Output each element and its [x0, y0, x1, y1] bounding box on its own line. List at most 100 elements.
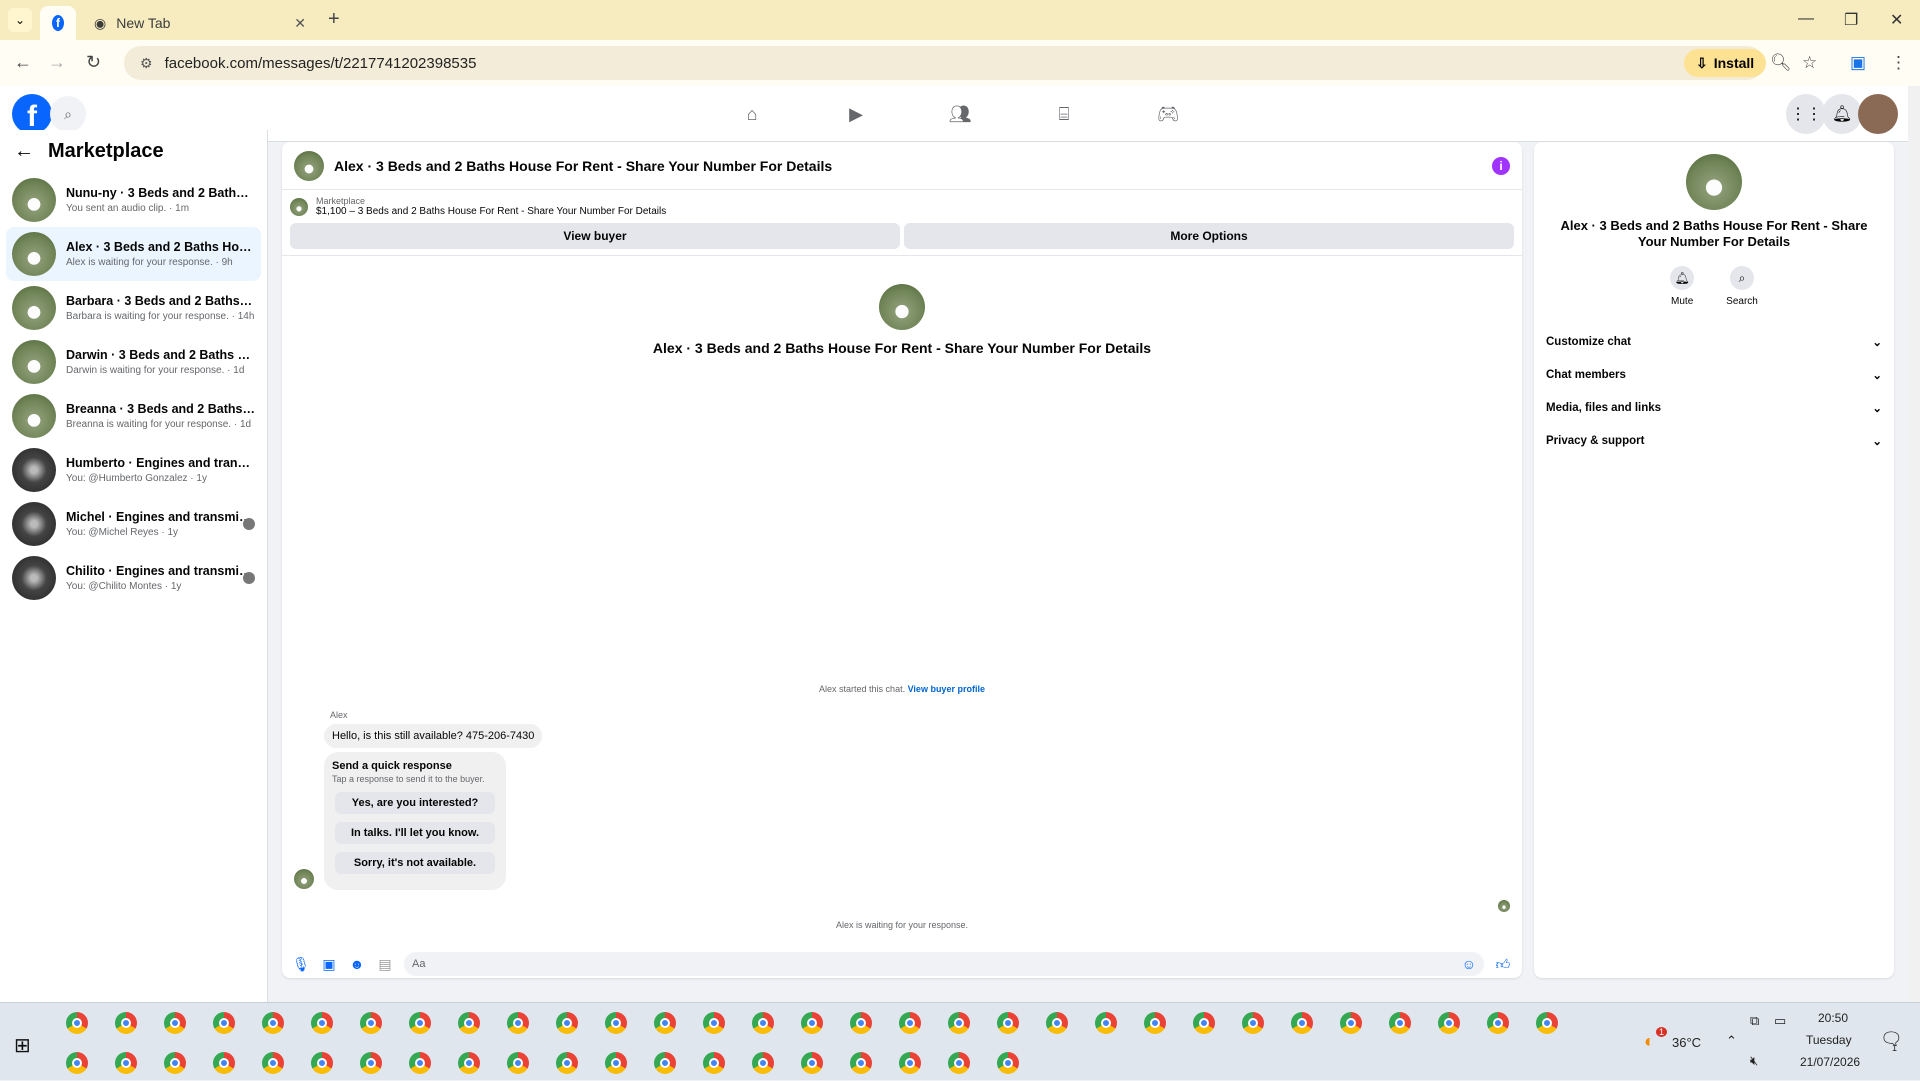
minimize-icon[interactable]: — — [1798, 10, 1814, 28]
conversation-item-selected[interactable]: Alex · 3 Beds and 2 Baths House F...Alex… — [6, 227, 261, 281]
quick-response-button[interactable]: Sorry, it's not available. — [335, 852, 495, 874]
chrome-taskbar-icon[interactable] — [983, 1005, 1032, 1041]
search-icon[interactable]: ⌕ — [50, 96, 86, 132]
quick-response-button[interactable]: In talks. I'll let you know. — [335, 822, 495, 844]
chrome-taskbar-icon[interactable] — [689, 1005, 738, 1041]
chrome-taskbar-icon[interactable] — [199, 1005, 248, 1041]
conversation-item[interactable]: Nunu-ny · 3 Beds and 2 Baths Hou...You s… — [6, 173, 261, 227]
chrome-taskbar-icon[interactable] — [395, 1045, 444, 1081]
chrome-taskbar-icon[interactable] — [1522, 1005, 1571, 1041]
page-scrollbar[interactable] — [1908, 86, 1920, 1002]
clock-time[interactable]: 20:50 — [1818, 1011, 1848, 1025]
chrome-taskbar-icon[interactable] — [248, 1045, 297, 1081]
chrome-taskbar-icon[interactable] — [983, 1045, 1032, 1081]
chrome-taskbar-icon[interactable] — [934, 1005, 983, 1041]
bookmark-star-icon[interactable]: ☆ — [1802, 53, 1817, 73]
network-icon[interactable]: ▭ — [1774, 1013, 1786, 1029]
info-icon[interactable]: i — [1492, 156, 1510, 175]
chrome-taskbar-icon[interactable] — [150, 1045, 199, 1081]
speaker-muted-icon[interactable]: 🔇︎ — [1750, 1053, 1758, 1069]
chrome-taskbar-icon[interactable] — [1326, 1005, 1375, 1041]
chrome-taskbar-icon[interactable] — [346, 1005, 395, 1041]
address-bar[interactable]: ⚙ facebook.com/messages/t/22177412023985… — [124, 46, 1764, 80]
video-icon[interactable]: ▶ — [804, 86, 908, 142]
marketplace-icon[interactable]: ⌸ — [1012, 86, 1116, 142]
chrome-taskbar-icon[interactable] — [934, 1045, 983, 1081]
chrome-taskbar-icon[interactable] — [1473, 1005, 1522, 1041]
chrome-taskbar-icon[interactable] — [101, 1005, 150, 1041]
chrome-taskbar-icon[interactable] — [150, 1005, 199, 1041]
like-icon[interactable]: 👍︎ — [1494, 956, 1512, 973]
chrome-taskbar-icon[interactable] — [1375, 1005, 1424, 1041]
chrome-taskbar-icon[interactable] — [591, 1005, 640, 1041]
chrome-taskbar-icon[interactable] — [52, 1005, 101, 1041]
chrome-taskbar-icon[interactable] — [493, 1005, 542, 1041]
media-files-section[interactable]: Media, files and links ⌄ — [1534, 391, 1894, 424]
message-input[interactable]: Aa ☺ — [404, 952, 1484, 976]
privacy-support-section[interactable]: Privacy & support ⌄ — [1534, 424, 1894, 457]
menu-icon[interactable]: ⋮ — [1890, 53, 1907, 73]
chrome-taskbar-icon[interactable] — [542, 1005, 591, 1041]
profile-icon[interactable]: ▣ — [1850, 53, 1866, 73]
more-options-button[interactable]: More Options — [904, 223, 1514, 249]
conversation-item[interactable]: Breanna · 3 Beds and 2 Baths Hous...Brea… — [6, 389, 261, 443]
account-avatar[interactable] — [1858, 94, 1898, 134]
search-in-chat-button[interactable]: ⌕ Search — [1726, 266, 1758, 307]
home-icon[interactable]: ⌂ — [700, 86, 804, 142]
chrome-taskbar-icon[interactable] — [297, 1005, 346, 1041]
chrome-taskbar-icon[interactable] — [1277, 1005, 1326, 1041]
chat-avatar[interactable] — [294, 150, 324, 181]
restore-icon[interactable]: ❐ — [1844, 10, 1858, 30]
forward-icon[interactable]: → — [48, 52, 66, 73]
sticker-icon[interactable]: ☻ — [348, 956, 366, 972]
customize-chat-section[interactable]: Customize chat ⌄ — [1534, 325, 1894, 358]
conversation-item[interactable]: Darwin · 3 Beds and 2 Baths Hous...Darwi… — [6, 335, 261, 389]
meet-icon[interactable]: ⧉ — [1750, 1013, 1759, 1029]
back-arrow-icon[interactable]: ← — [14, 140, 34, 163]
view-buyer-button[interactable]: View buyer — [290, 223, 900, 249]
chrome-taskbar-icon[interactable] — [395, 1005, 444, 1041]
chrome-taskbar-icon[interactable] — [297, 1045, 346, 1081]
chrome-taskbar-icon[interactable] — [493, 1045, 542, 1081]
chrome-taskbar-icon[interactable] — [1228, 1005, 1277, 1041]
tab-new-tab[interactable]: ◉ New Tab ✕ — [82, 6, 318, 40]
conversation-item[interactable]: Chilito · Engines and transmissio... You:… — [6, 551, 261, 605]
chrome-taskbar-icon[interactable] — [346, 1045, 395, 1081]
photo-icon[interactable]: ▣ — [320, 956, 338, 973]
temperature[interactable]: 36°C — [1672, 1035, 1701, 1050]
close-tab-icon[interactable]: ✕ — [294, 15, 306, 32]
chrome-taskbar-icon[interactable] — [444, 1005, 493, 1041]
windows-start-icon[interactable]: ⊞ — [14, 1033, 31, 1058]
friends-icon[interactable]: 👥︎ — [908, 86, 1012, 142]
chevron-up-icon[interactable]: ⌃ — [1726, 1033, 1737, 1049]
facebook-logo-icon[interactable]: f — [12, 94, 52, 134]
chrome-taskbar-icon[interactable] — [738, 1045, 787, 1081]
chrome-taskbar-icon[interactable] — [836, 1005, 885, 1041]
listing-summary[interactable]: Marketplace $1,100 – 3 Beds and 2 Baths … — [282, 190, 1522, 223]
site-info-icon[interactable]: ⚙ — [140, 55, 153, 72]
chrome-taskbar-icon[interactable] — [1081, 1005, 1130, 1041]
conversation-item[interactable]: Barbara · 3 Beds and 2 Baths Hous...Barb… — [6, 281, 261, 335]
chrome-taskbar-icon[interactable] — [1179, 1005, 1228, 1041]
notifications-icon[interactable]: 🔔︎ — [1822, 94, 1862, 134]
chrome-taskbar-icon[interactable] — [1032, 1005, 1081, 1041]
conversation-item[interactable]: Humberto · Engines and transmiss...You: … — [6, 443, 261, 497]
emoji-icon[interactable]: ☺ — [1462, 956, 1476, 972]
install-button[interactable]: ⇩ Install — [1684, 49, 1767, 77]
chrome-taskbar-icon[interactable] — [444, 1045, 493, 1081]
chrome-taskbar-icon[interactable] — [52, 1045, 101, 1081]
chrome-taskbar-icon[interactable] — [885, 1045, 934, 1081]
chat-members-section[interactable]: Chat members ⌄ — [1534, 358, 1894, 391]
mute-button[interactable]: 🔔︎ Mute — [1670, 266, 1695, 307]
chrome-taskbar-icon[interactable] — [885, 1005, 934, 1041]
chrome-taskbar-icon[interactable] — [787, 1005, 836, 1041]
quick-response-button[interactable]: Yes, are you interested? — [335, 792, 495, 814]
chrome-taskbar-icon[interactable] — [591, 1045, 640, 1081]
chrome-taskbar-icon[interactable] — [689, 1045, 738, 1081]
chrome-taskbar-icon[interactable] — [1424, 1005, 1473, 1041]
weather-icon[interactable]: ◐ — [1644, 1031, 1655, 1052]
clock-day[interactable]: Tuesday — [1806, 1033, 1852, 1047]
tab-search-dropdown[interactable]: ⌄ — [8, 8, 32, 32]
gif-icon[interactable]: ▤ — [376, 956, 394, 973]
chrome-taskbar-icon[interactable] — [836, 1045, 885, 1081]
